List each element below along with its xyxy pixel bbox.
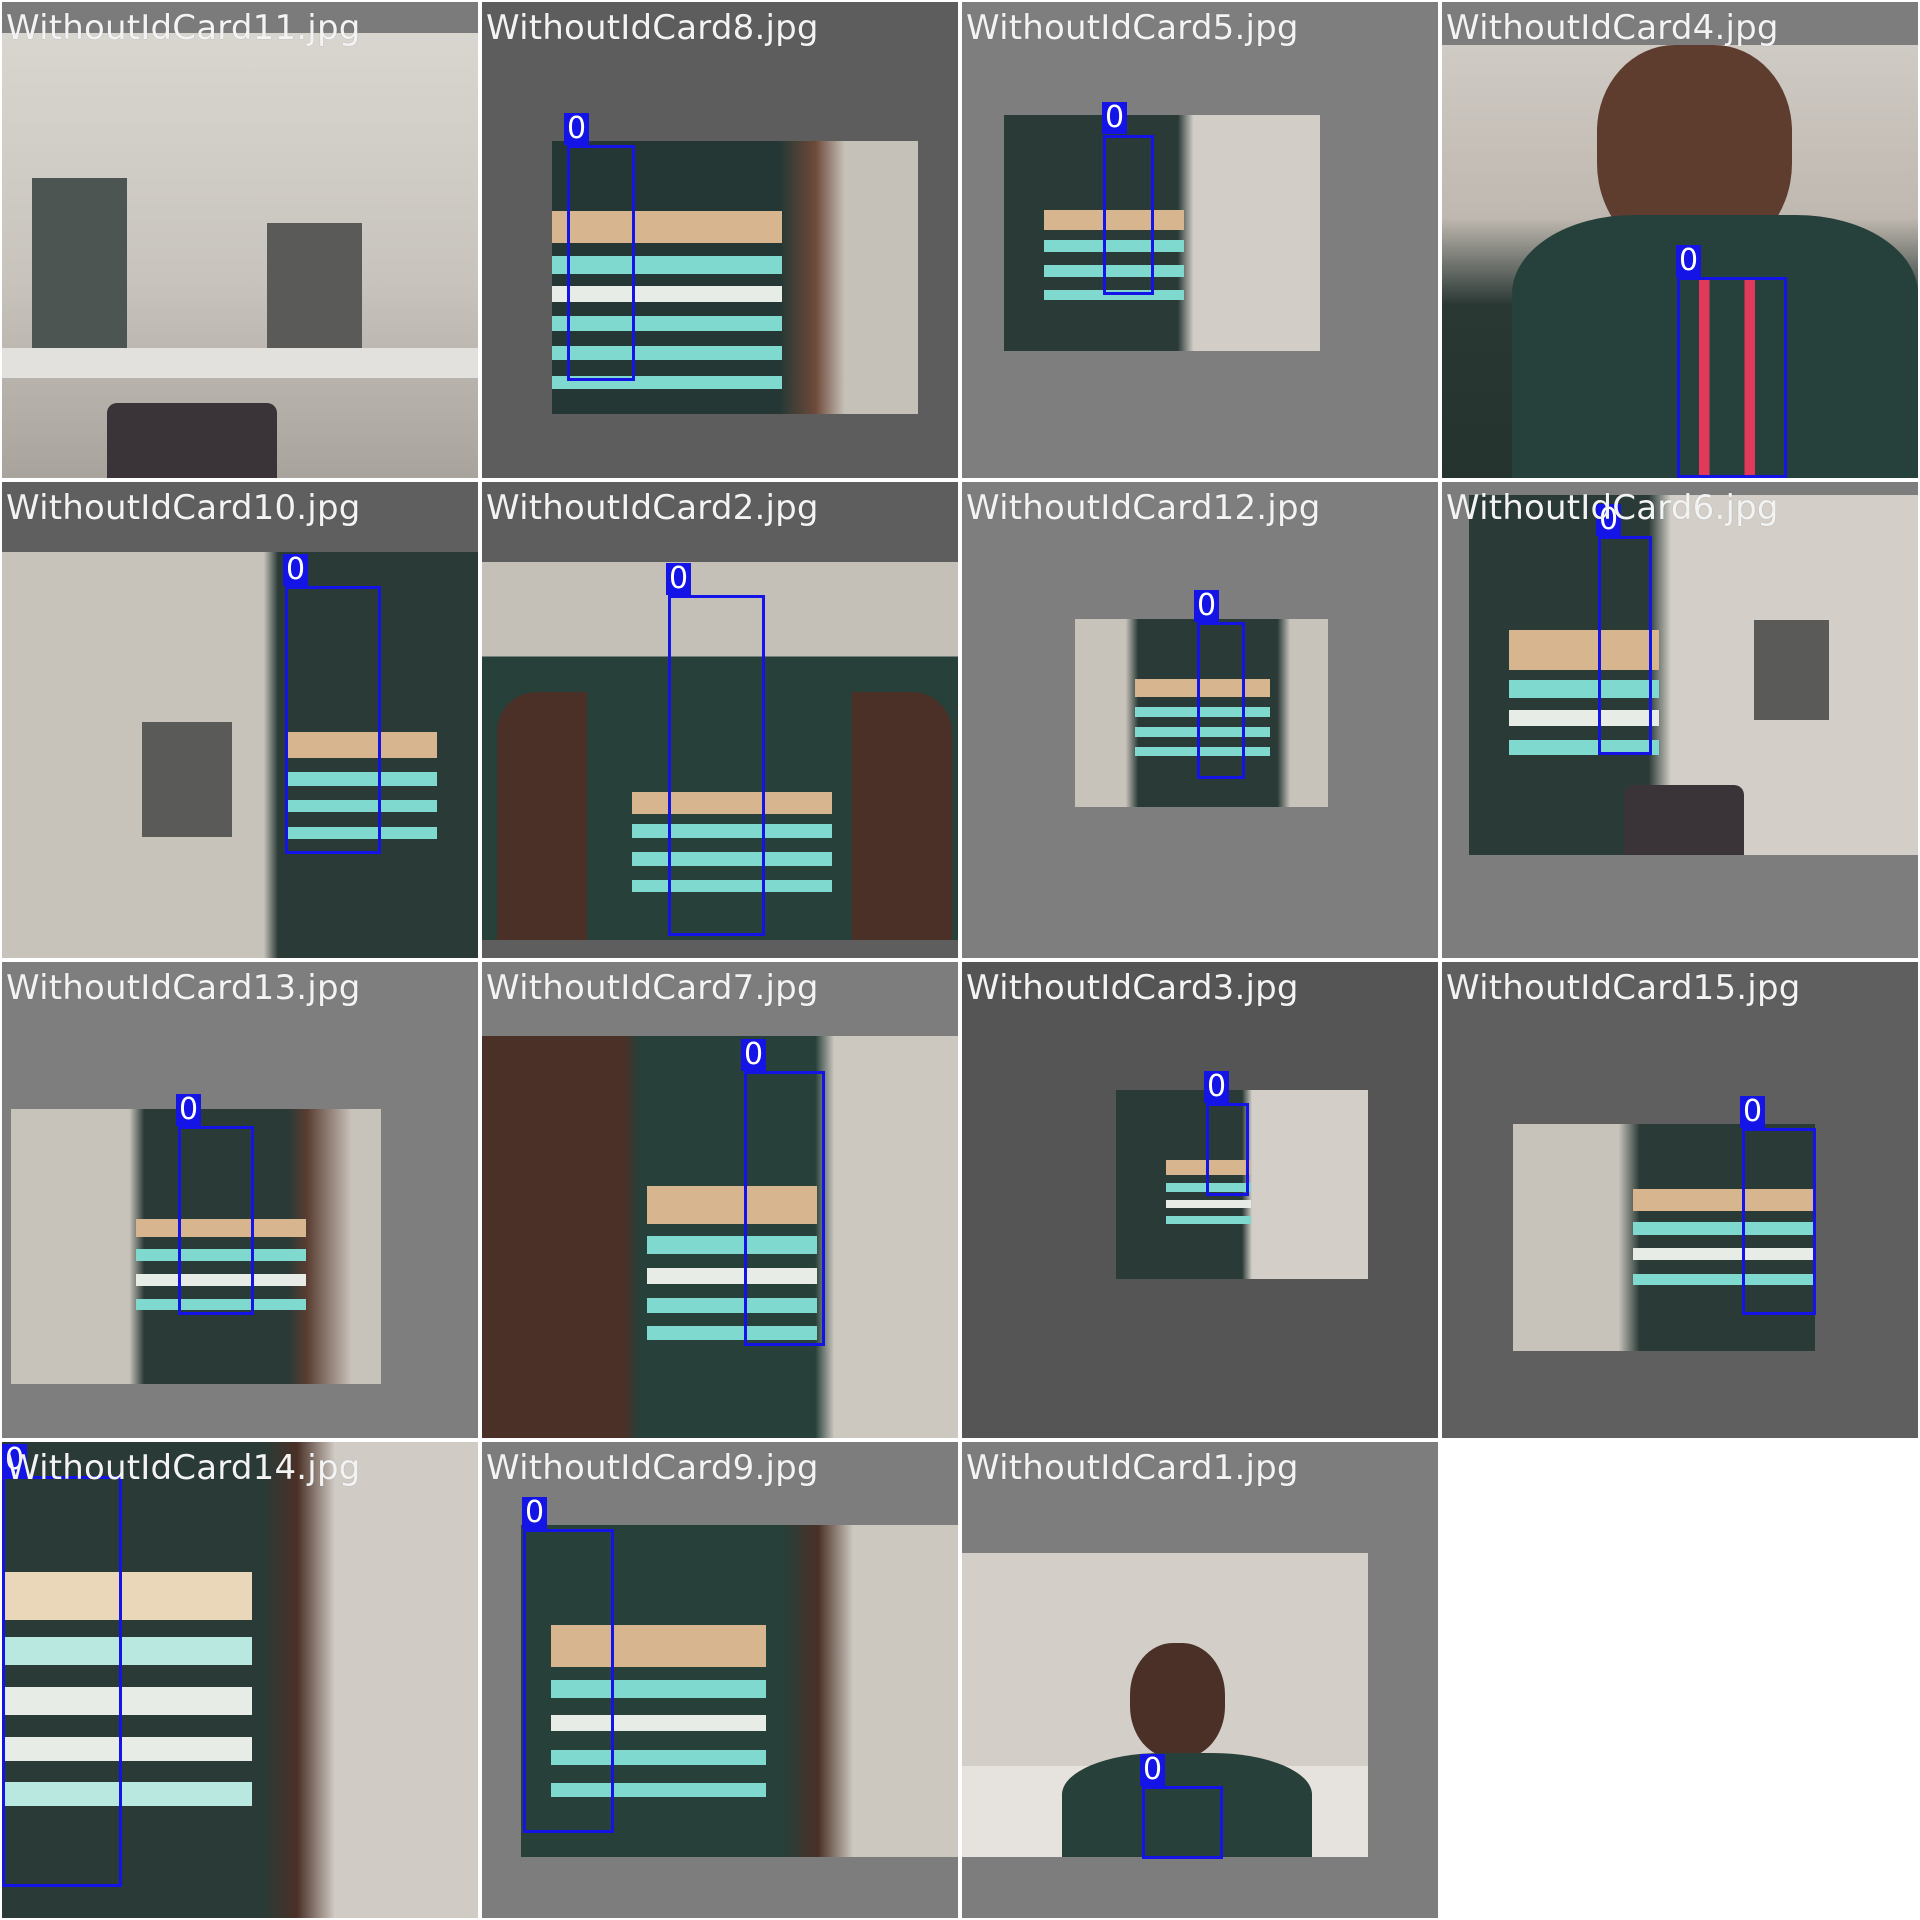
detection-box (1677, 277, 1787, 478)
detection-box (178, 1126, 254, 1315)
tile-withoutidcard13: 0 WithoutIdCard13.jpg (2, 962, 478, 1438)
chair-shape (1624, 785, 1744, 855)
detection-box (668, 595, 765, 936)
cabinet-shape (267, 223, 362, 353)
tile-withoutidcard6: 0 WithoutIdCard6.jpg (1442, 482, 1918, 958)
filename-label: WithoutIdCard11.jpg (6, 8, 361, 48)
tile-withoutidcard12: 0 WithoutIdCard12.jpg (962, 482, 1438, 958)
photo (2, 552, 478, 958)
detection-label: 0 (1140, 1754, 1166, 1786)
tile-withoutidcard10: 0 WithoutIdCard10.jpg (2, 482, 478, 958)
stripe-shape (1166, 1200, 1251, 1208)
detection-box (1142, 1786, 1223, 1859)
photo (2, 33, 478, 478)
detection-box (1103, 135, 1154, 295)
detection-label: 0 (741, 1039, 767, 1071)
filename-label: WithoutIdCard2.jpg (486, 488, 819, 528)
tile-withoutidcard14: 0 WithoutIdCard14.jpg (2, 1442, 478, 1918)
filename-label: WithoutIdCard7.jpg (486, 968, 819, 1008)
tile-withoutidcard1: 0 WithoutIdCard1.jpg (962, 1442, 1438, 1918)
photo (482, 1036, 958, 1438)
face-shape (1130, 1643, 1225, 1758)
detection-label: 0 (1740, 1096, 1766, 1128)
cabinet-shape (1754, 620, 1829, 720)
detection-label: 0 (1102, 102, 1128, 134)
detection-label: 0 (1194, 590, 1220, 622)
detection-label: 0 (1676, 245, 1702, 277)
arm-shape (852, 692, 952, 940)
tile-withoutidcard15: 0 WithoutIdCard15.jpg (1442, 962, 1918, 1438)
filename-label: WithoutIdCard9.jpg (486, 1448, 819, 1488)
filename-label: WithoutIdCard14.jpg (6, 1448, 361, 1488)
detection-box (285, 586, 381, 854)
detection-label: 0 (564, 113, 590, 145)
filename-label: WithoutIdCard15.jpg (1446, 968, 1801, 1008)
filename-label: WithoutIdCard12.jpg (966, 488, 1321, 528)
detection-box (744, 1071, 825, 1346)
filename-label: WithoutIdCard8.jpg (486, 8, 819, 48)
tile-withoutidcard2: 0 WithoutIdCard2.jpg (482, 482, 958, 958)
filename-label: WithoutIdCard13.jpg (6, 968, 361, 1008)
detection-box (2, 1476, 122, 1887)
filename-label: WithoutIdCard6.jpg (1446, 488, 1779, 528)
filename-label: WithoutIdCard1.jpg (966, 1448, 1299, 1488)
tile-withoutidcard7: 0 WithoutIdCard7.jpg (482, 962, 958, 1438)
tile-withoutidcard4: 0 WithoutIdCard4.jpg (1442, 2, 1918, 478)
tile-withoutidcard9: 0 WithoutIdCard9.jpg (482, 1442, 958, 1918)
detection-box (567, 145, 635, 381)
cabinet-shape (142, 722, 232, 837)
door-shape (32, 178, 127, 353)
detection-label: 0 (176, 1094, 202, 1126)
stripe-shape (1166, 1216, 1251, 1224)
detection-label: 0 (1204, 1071, 1230, 1103)
detection-label: 0 (666, 563, 692, 595)
photo (1004, 115, 1320, 351)
detection-label: 0 (283, 554, 309, 586)
filename-label: WithoutIdCard5.jpg (966, 8, 1299, 48)
tile-withoutidcard11: WithoutIdCard11.jpg (2, 2, 478, 478)
detection-box (1598, 536, 1652, 755)
arm-shape (497, 692, 587, 940)
detection-box (523, 1529, 614, 1833)
photo (1469, 495, 1918, 855)
tile-withoutidcard5: 0 WithoutIdCard5.jpg (962, 2, 1438, 478)
detection-label: 0 (522, 1497, 548, 1529)
detection-box (1197, 622, 1245, 779)
filename-label: WithoutIdCard3.jpg (966, 968, 1299, 1008)
tile-withoutidcard8: 0 WithoutIdCard8.jpg (482, 2, 958, 478)
desk-shape (2, 348, 478, 378)
detection-box (1742, 1128, 1816, 1315)
detection-box (1206, 1103, 1249, 1196)
filename-label: WithoutIdCard4.jpg (1446, 8, 1779, 48)
filename-label: WithoutIdCard10.jpg (6, 488, 361, 528)
tile-withoutidcard3: 0 WithoutIdCard3.jpg (962, 962, 1438, 1438)
detection-mosaic: WithoutIdCard11.jpg 0 WithoutIdCard8.jpg… (0, 0, 1920, 1920)
chair-shape (107, 403, 277, 478)
